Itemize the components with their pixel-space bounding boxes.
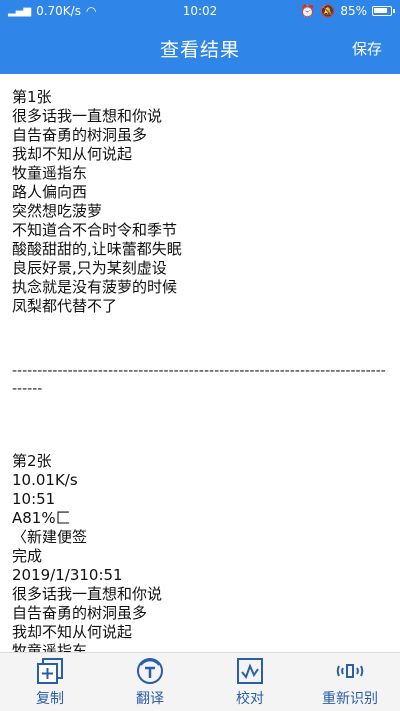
rescan-label: 重新识别 xyxy=(322,691,378,707)
status-right: ⏰ 🔕 85% xyxy=(300,4,395,18)
text-line: 很多话我一直想和你说 xyxy=(12,107,163,125)
battery-icon xyxy=(372,6,395,16)
result-text-area[interactable]: 第1张 很多话我一直想和你说 自告奋勇的树洞虽多 我却不知从何说起 牧童遥指东 … xyxy=(0,74,400,652)
text-line: 不知道合不合时令和季节 xyxy=(12,221,178,239)
text-line: 牧童遥指东 xyxy=(12,642,88,652)
translate-button[interactable]: 翻译 xyxy=(105,656,195,708)
page-title: 查看结果 xyxy=(159,38,240,61)
signal-icon: ▂▄▆ xyxy=(8,5,32,17)
result-block-2: 第2张 10.01K/s 10:51 A81%匚 〈新建便签 完成 2019/1… xyxy=(12,452,390,652)
proofread-label: 校对 xyxy=(236,691,264,707)
proofread-button[interactable]: 校对 xyxy=(205,656,295,708)
text-line: 2019/1/310:51 xyxy=(12,566,123,584)
status-bar: ▂▄▆ 0.70K/s ◠ 10:02 ⏰ 🔕 85% xyxy=(0,0,400,22)
copy-button[interactable]: 复制 xyxy=(5,656,95,708)
text-line: 良辰好景,只为某刻虚设 xyxy=(12,259,167,277)
rescan-icon xyxy=(336,664,364,678)
page-divider: ----------------------------------------… xyxy=(12,363,386,397)
translate-icon xyxy=(137,658,163,684)
network-speed: 0.70K/s xyxy=(36,4,81,18)
text-line: 10:51 xyxy=(12,490,56,508)
text-line: 〈新建便签 xyxy=(12,528,88,546)
wifi-icon: ◠ xyxy=(85,4,97,18)
copy-add-icon xyxy=(37,658,63,684)
text-line: 路人偏向西 xyxy=(12,183,88,201)
text-line: 第2张 xyxy=(12,452,52,470)
text-line: 牧童遥指东 xyxy=(12,164,88,182)
title-bar: 查看结果 保存 xyxy=(0,22,400,74)
text-line: 自告奋勇的树洞虽多 xyxy=(12,604,148,622)
status-left: ▂▄▆ 0.70K/s ◠ xyxy=(8,4,96,18)
text-line: 10.01K/s xyxy=(12,471,78,489)
text-line: 第1张 xyxy=(12,88,52,106)
mute-icon: 🔕 xyxy=(320,4,336,18)
text-line: 自告奋勇的树洞虽多 xyxy=(12,126,148,144)
text-line: 很多话我一直想和你说 xyxy=(12,585,163,603)
alarm-icon: ⏰ xyxy=(300,4,316,18)
text-line: 我却不知从何说起 xyxy=(12,145,133,163)
text-line: 凤梨都代替不了 xyxy=(12,297,118,315)
text-line: A81%匚 xyxy=(12,509,71,527)
bottom-toolbar: 复制 翻译 校对 重新识别 xyxy=(0,652,400,711)
translate-label: 翻译 xyxy=(136,691,164,707)
result-block-1: 第1张 很多话我一直想和你说 自告奋勇的树洞虽多 我却不知从何说起 牧童遥指东 … xyxy=(12,88,390,316)
save-button[interactable]: 保存 xyxy=(352,38,382,59)
text-line: 执念就是没有菠萝的时候 xyxy=(12,278,178,296)
battery-percent: 85% xyxy=(340,4,367,18)
copy-label: 复制 xyxy=(36,691,64,707)
text-line: 突然想吃菠萝 xyxy=(12,202,103,220)
rescan-button[interactable]: 重新识别 xyxy=(305,656,395,708)
proofread-icon xyxy=(237,658,263,684)
text-line: 酸酸甜甜的,让味蕾都失眠 xyxy=(12,240,182,258)
text-line: 我却不知从何说起 xyxy=(12,623,133,641)
text-line: 完成 xyxy=(12,547,43,565)
